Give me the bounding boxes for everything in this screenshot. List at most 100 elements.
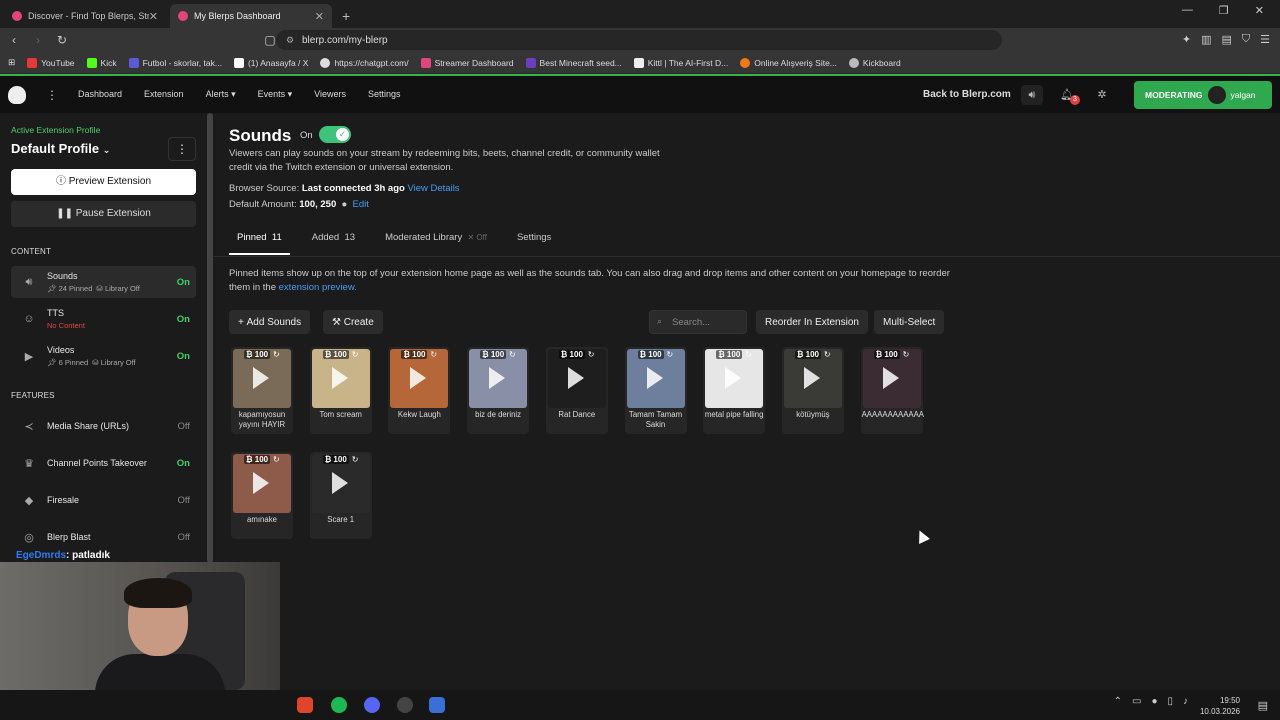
browser-tab-active[interactable]: My Blerps Dashboard ✕: [170, 4, 332, 28]
close-window-icon[interactable]: ✕: [1255, 4, 1264, 17]
extension-preview-link[interactable]: extension preview.: [279, 282, 357, 293]
notification-icon[interactable]: ▤: [1258, 699, 1268, 712]
volume-icon[interactable]: 🔊︎: [1021, 85, 1043, 105]
blerp-logo-icon[interactable]: [8, 85, 26, 104]
pause-extension-button[interactable]: ❚❚ Pause Extension: [11, 201, 196, 227]
play-icon[interactable]: [882, 367, 899, 389]
bookmark-item[interactable]: Kittl | The AI-First D...: [633, 57, 728, 68]
sounds-toggle[interactable]: ✓: [319, 126, 351, 143]
refresh-icon[interactable]: ↻: [273, 350, 280, 359]
tab-settings[interactable]: Settings: [509, 232, 559, 255]
tab-added[interactable]: Added 13: [304, 232, 363, 255]
sound-card[interactable]: ₿ 100 ↻ amınake: [231, 452, 293, 539]
shield-icon[interactable]: ⛉: [1242, 33, 1250, 46]
bookmark-item[interactable]: Best Minecraft seed...: [525, 57, 622, 68]
sound-card[interactable]: ₿ 100 ↻ metal pipe falling: [703, 347, 766, 434]
sidebar-item-tts[interactable]: ☺ TTS No Content On: [11, 303, 196, 335]
site-info-icon[interactable]: ⚙: [286, 35, 294, 46]
brave-icon[interactable]: [297, 697, 313, 713]
sound-card[interactable]: ₿ 100 ↻ Kekw Laugh: [388, 347, 451, 434]
menu-icon[interactable]: ☰: [1260, 33, 1270, 46]
play-icon[interactable]: [646, 367, 663, 389]
browser-tab[interactable]: Discover - Find Top Blerps, Streamers ✕: [4, 4, 166, 28]
bookmark-item[interactable]: https://chatgpt.com/: [320, 57, 409, 68]
play-icon[interactable]: [489, 367, 506, 389]
refresh-icon[interactable]: ↻: [352, 455, 359, 464]
forward-arrow-icon[interactable]: ›: [28, 33, 48, 47]
sound-card[interactable]: ₿ 100 ↻ Tamam Tamam Sakin: [624, 347, 687, 434]
url-field[interactable]: ⚙ blerp.com/my-blerp: [276, 30, 1002, 50]
sound-card[interactable]: ₿ 100 ↻ Rat Dance: [545, 347, 608, 434]
refresh-icon[interactable]: ↻: [273, 455, 280, 464]
preview-extension-button[interactable]: ⓘ Preview Extension: [11, 169, 196, 195]
wheel-icon[interactable]: ✲: [1091, 85, 1113, 105]
back-to-blerp-link[interactable]: Back to Blerp.com: [923, 89, 1011, 100]
close-tab-icon[interactable]: ✕: [149, 10, 158, 23]
wallet-icon[interactable]: ▤: [1221, 33, 1231, 46]
refresh-icon[interactable]: ↻: [824, 350, 831, 359]
apps-grid-icon[interactable]: ⊞: [8, 57, 15, 68]
bookmark-item[interactable]: (1) Anasayfa / X: [233, 57, 308, 68]
sound-card[interactable]: ₿ 100 ↻ AAAAAAAAAAAA: [860, 347, 924, 434]
sound-card[interactable]: ₿ 100 ↻ kapamıyosun yayını HAYIR: [231, 347, 293, 434]
sidebar-item-channel-points[interactable]: ♛ Channel Points Takeover On: [11, 447, 196, 479]
bookmark-item[interactable]: Online Alışveriş Site...: [740, 57, 837, 68]
play-icon[interactable]: [567, 367, 584, 389]
bell-icon[interactable]: 🔔︎ 3: [1056, 85, 1080, 105]
play-icon[interactable]: [331, 367, 348, 389]
nav-viewers[interactable]: Viewers: [314, 89, 346, 100]
edit-link[interactable]: Edit: [353, 199, 369, 210]
new-tab-button[interactable]: +: [342, 8, 350, 24]
moderating-button[interactable]: MODERATING yalgan: [1134, 81, 1272, 109]
sidebar-item-sounds[interactable]: 🔊︎ Sounds 📌︎ 24 Pinned ⛁ Library Off On: [11, 266, 196, 298]
sidebar-icon[interactable]: ▥: [1201, 33, 1211, 46]
refresh-icon[interactable]: ↻: [430, 350, 437, 359]
refresh-icon[interactable]: ↻: [745, 350, 752, 359]
nav-dashboard[interactable]: Dashboard: [78, 89, 122, 100]
reorder-button[interactable]: Reorder In Extension: [756, 310, 868, 334]
refresh-icon[interactable]: ↻: [509, 350, 516, 359]
play-icon[interactable]: [253, 367, 269, 389]
spotify-icon[interactable]: [331, 697, 347, 713]
tab-moderated-library[interactable]: Moderated Library ✕ Off: [377, 232, 495, 255]
profile-options-button[interactable]: ⋮: [168, 137, 196, 161]
app-icon[interactable]: [429, 697, 445, 713]
refresh-icon[interactable]: ↻: [667, 350, 674, 359]
play-icon[interactable]: [410, 367, 427, 389]
discord-icon[interactable]: [364, 697, 380, 713]
nav-extension[interactable]: Extension: [144, 89, 184, 100]
nav-events[interactable]: Events ▾: [258, 89, 293, 100]
sidebar-item-blerp-blast[interactable]: ◎ Blerp Blast Off: [11, 521, 196, 553]
create-button[interactable]: ⚒ Create: [323, 310, 383, 334]
bookmark-item[interactable]: Kickboard: [848, 57, 901, 68]
refresh-icon[interactable]: ↻: [588, 350, 595, 359]
play-icon[interactable]: [725, 367, 742, 389]
tab-pinned[interactable]: Pinned 11: [229, 232, 290, 255]
sound-card[interactable]: ₿ 100 ↻ Tom scream: [309, 347, 372, 434]
refresh-icon[interactable]: ↻: [903, 350, 910, 359]
sidebar-item-firesale[interactable]: ◆ Firesale Off: [11, 484, 196, 516]
bookmark-item[interactable]: Futbol - skorlar, tak...: [128, 57, 222, 68]
sidebar-item-media-share[interactable]: ≺ Media Share (URLs) Off: [11, 410, 196, 442]
bookmark-item[interactable]: Kick: [86, 57, 117, 68]
clock[interactable]: 19:50 10.03.2026: [1200, 695, 1240, 717]
obs-icon[interactable]: [397, 697, 413, 713]
view-details-link[interactable]: View Details: [407, 183, 459, 194]
profile-dropdown[interactable]: Default Profile ⌄: [11, 141, 110, 156]
play-icon[interactable]: [803, 367, 820, 389]
nav-settings[interactable]: Settings: [368, 89, 401, 100]
network-icon[interactable]: ▯: [1167, 696, 1173, 707]
add-sounds-button[interactable]: + Add Sounds: [229, 310, 311, 334]
battery-icon[interactable]: ▭: [1132, 696, 1141, 707]
reload-icon[interactable]: ↻: [52, 33, 72, 47]
bookmark-item[interactable]: YouTube: [27, 57, 75, 68]
multi-select-button[interactable]: Multi-Select: [874, 310, 945, 334]
search-input[interactable]: ⌕ Search...: [649, 310, 747, 334]
sidebar-item-videos[interactable]: ▶ Videos 📌︎ 6 Pinned ⛁ Library Off On: [11, 340, 196, 372]
mic-icon[interactable]: ●: [1151, 696, 1157, 707]
nav-alerts[interactable]: Alerts ▾: [206, 89, 236, 100]
bookmark-item[interactable]: Streamer Dashboard: [420, 57, 514, 68]
minimize-icon[interactable]: —: [1182, 4, 1193, 17]
volume-icon[interactable]: ♪: [1183, 696, 1188, 707]
extensions-icon[interactable]: ✦: [1182, 33, 1191, 46]
